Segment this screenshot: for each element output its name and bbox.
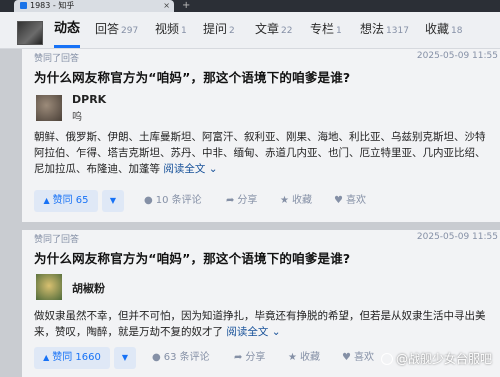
new-tab-button[interactable]: + [182,0,190,12]
downvote-button[interactable]: ▼ [102,190,124,212]
question-title[interactable]: 为什么网友称官方为“咱妈”，那这个语境下的咱爹是谁? [34,248,350,267]
browser-tab-strip: 1983 - 知乎 × + [0,0,500,12]
excerpt-line: 做奴隶虽然不幸，但并不可怕，因为知道挣扎，毕竟还有挣脱的希望，但若是从奴隶生活中… [34,310,486,322]
weibo-logo-icon [380,353,393,365]
profile-avatar[interactable] [17,21,43,45]
triangle-up-icon: ▲ [43,353,50,362]
browser-tab-title: 1983 - 知乎 [30,1,75,10]
comment-bubble-icon: ● [144,195,153,206]
tab-collections[interactable]: 收藏 18 [425,21,462,39]
question-title[interactable]: 为什么网友称官方为“咱妈”，那这个语境下的咱爹是谁? [34,67,350,86]
heart-icon: ♥ [334,195,343,206]
share-button[interactable]: ➦ 分享 [234,347,265,369]
author-name[interactable]: 胡椒粉 [72,280,105,296]
read-more-link[interactable]: 阅读全文 ⌄ [163,163,217,175]
tab-questions[interactable]: 提问 2 [203,21,235,39]
author-name[interactable]: DPRK [72,93,106,106]
like-button[interactable]: ♥ 喜欢 [334,190,366,212]
browser-tab[interactable]: 1983 - 知乎 × [14,0,174,12]
share-arrow-icon: ➦ [226,195,235,206]
triangle-down-icon: ▼ [121,353,129,362]
star-icon: ★ [288,352,297,363]
zhihu-favicon-icon [20,2,27,9]
author-headline: 呜 [72,112,82,123]
excerpt-line: 阿拉伯、乍得、塔吉克斯坦、苏丹、中非、缅甸、赤道几内亚、也门、厄立特里亚、几内亚… [34,147,486,159]
tab-articles[interactable]: 文章 22 [255,21,292,39]
star-icon: ★ [280,195,289,206]
triangle-up-icon: ▲ [43,196,50,205]
comment-button[interactable]: ● 63 条评论 [152,347,210,369]
share-button[interactable]: ➦ 分享 [226,190,257,212]
tab-answers[interactable]: 回答 297 [95,21,138,39]
upvote-button[interactable]: ▲ 赞同 65 [34,190,98,212]
activity-feed: 赞同了回答 2025-05-09 11:55 为什么网友称官方为“咱妈”，那这个… [0,49,500,377]
profile-nav: 动态 回答 297 视频 1 提问 2 文章 22 专栏 1 想法 1317 收藏 18 [0,12,500,49]
activity-meta: 赞同了回答 [34,235,80,245]
comment-bubble-icon: ● [152,352,161,363]
active-tab-indicator [54,45,80,48]
comment-button[interactable]: ● 10 条评论 [144,190,202,212]
heart-icon: ♥ [342,352,351,363]
tab-activity[interactable]: 动态 [54,21,80,37]
activity-meta: 赞同了回答 [34,54,80,64]
read-more-link[interactable]: 阅读全文 ⌄ [226,326,280,338]
share-arrow-icon: ➦ [234,352,243,363]
chevron-down-icon: ⌄ [271,326,281,338]
watermark: @战舰少女台服吧 [380,350,492,367]
triangle-down-icon: ▼ [109,196,117,205]
excerpt-line: 来，赞叹，陶醉，就是万劫不复的奴才了 阅读全文 ⌄ [34,326,281,338]
answer-excerpt[interactable]: 朝鲜、俄罗斯、伊朗、土库曼斯坦、阿富汗、叙利亚、刚果、海地、利比亚、乌兹别克斯坦… [34,129,490,177]
favorite-button[interactable]: ★ 收藏 [280,190,312,212]
favorite-button[interactable]: ★ 收藏 [288,347,320,369]
tab-close-icon[interactable]: × [163,0,170,12]
upvote-button[interactable]: ▲ 赞同 1660 [34,347,110,369]
author-avatar[interactable] [36,95,62,121]
chevron-down-icon: ⌄ [208,163,218,175]
answer-excerpt[interactable]: 做奴隶虽然不幸，但并不可怕，因为知道挣扎，毕竟还有挣脱的希望，但若是从奴隶生活中… [34,308,490,340]
author-avatar[interactable] [36,274,62,300]
tab-thoughts[interactable]: 想法 1317 [360,21,409,39]
downvote-button[interactable]: ▼ [114,347,136,369]
activity-time: 2025-05-09 11:55 [416,51,498,61]
like-button[interactable]: ♥ 喜欢 [342,347,374,369]
tab-videos[interactable]: 视频 1 [155,21,187,39]
feed-card: 赞同了回答 2025-05-09 11:55 为什么网友称官方为“咱妈”，那这个… [22,49,500,222]
activity-time: 2025-05-09 11:55 [416,232,498,242]
tab-columns[interactable]: 专栏 1 [310,21,342,39]
excerpt-line: 尼加拉瓜、布隆迪、加蓬等 阅读全文 ⌄ [34,163,218,175]
excerpt-line: 朝鲜、俄罗斯、伊朗、土库曼斯坦、阿富汗、叙利亚、刚果、海地、利比亚、乌兹别克斯坦… [34,131,486,143]
action-bar: ▲ 赞同 65 ▼ ● 10 条评论 ➦ 分享 ★ 收藏 ♥ 喜欢 [34,190,494,212]
